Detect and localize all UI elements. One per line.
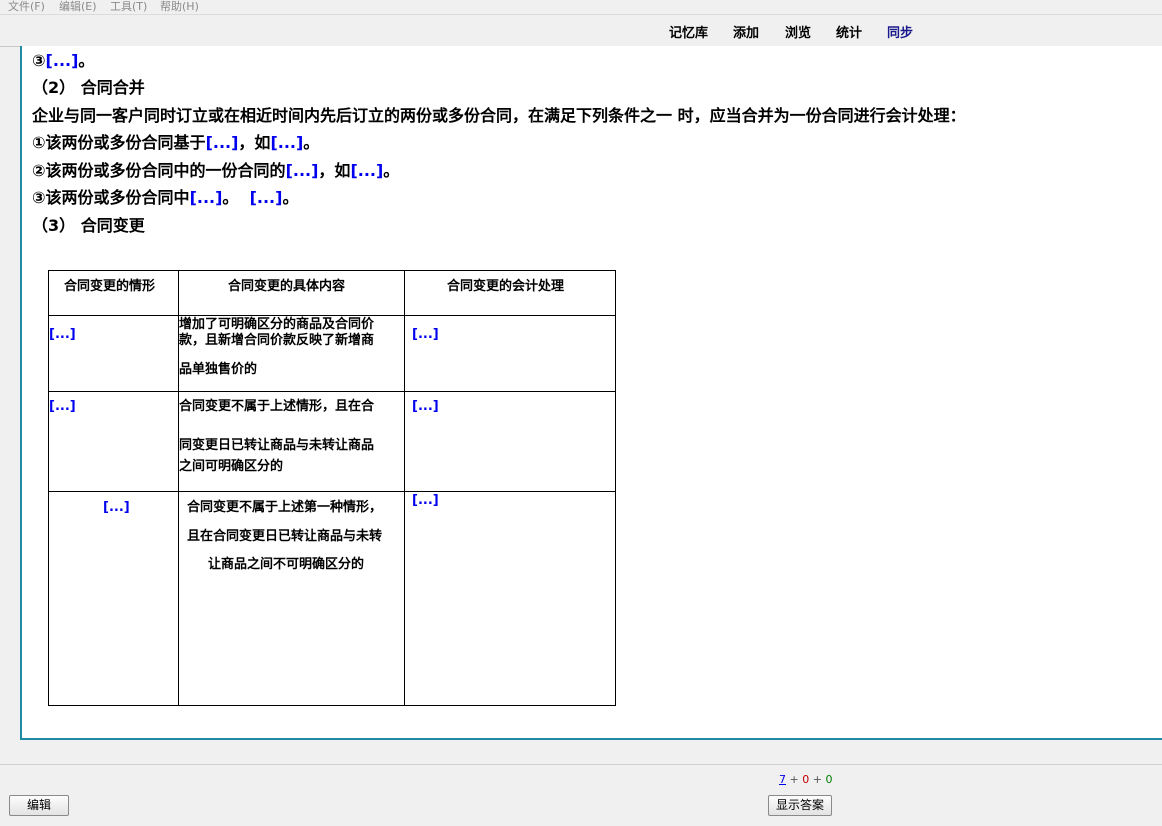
menu-help[interactable]: 帮助(H)	[160, 0, 199, 14]
cloze-blank[interactable]: [...]	[49, 398, 76, 415]
condition-2: ②该两份或多份合同中的一份合同的[...]，如[...]。	[32, 161, 399, 181]
content-line: 合同变更不属于上述情形，且在合	[179, 399, 375, 414]
table-cell-treatment: [...]	[404, 391, 616, 492]
content-line: 同变更日已转让商品与未转让商品	[179, 438, 375, 453]
punctuation: 。	[282, 188, 299, 207]
header-label: 合同变更的情形	[64, 279, 156, 294]
table-cell-treatment: [...]	[404, 491, 616, 706]
cloze-blank[interactable]: [...]	[46, 51, 79, 70]
content-line: 款，且新增合同价款反映了新增商	[179, 333, 375, 348]
condition-text: 。	[222, 188, 250, 207]
nav-browse[interactable]: 浏览	[785, 22, 811, 41]
content-line: 且在合同变更日已转让商品与未转	[187, 529, 383, 544]
condition-text: ，如	[318, 161, 351, 180]
cloze-blank[interactable]: [...]	[350, 161, 383, 180]
table-cell-treatment: [...]	[404, 315, 616, 392]
punctuation: 。	[383, 161, 400, 180]
condition-text: ①该两份或多份合同基于	[32, 133, 206, 152]
edit-button[interactable]: 编辑	[9, 795, 69, 816]
review-count: 0	[825, 773, 833, 786]
condition-text: ②该两份或多份合同中的一份合同的	[32, 161, 286, 180]
condition-text: ③该两份或多份合同中	[32, 188, 190, 207]
item-3-line: ③[...]。	[32, 51, 94, 71]
table-cell-content: 增加了可明确区分的商品及合同价 款，且新增合同价款反映了新增商 品单独售价的	[178, 315, 405, 392]
cloze-blank[interactable]: [...]	[412, 492, 439, 509]
learning-count: 0	[802, 773, 810, 786]
count-separator: +	[789, 773, 799, 786]
count-separator: +	[812, 773, 822, 786]
cloze-blank[interactable]: [...]	[286, 161, 319, 180]
content-line: 品单独售价的	[179, 362, 258, 377]
menu-edit[interactable]: 编辑(E)	[59, 0, 97, 14]
punctuation: 。	[78, 51, 95, 70]
section-heading-merge: （2） 合同合并	[32, 78, 145, 97]
header-label: 合同变更的会计处理	[447, 279, 565, 294]
cloze-blank[interactable]: [...]	[190, 188, 223, 207]
nav-decks[interactable]: 记忆库	[669, 22, 708, 41]
cloze-blank[interactable]: [...]	[206, 133, 239, 152]
menu-bar: 文件(F) 编辑(E) 工具(T) 帮助(H)	[0, 0, 1162, 14]
condition-3: ③该两份或多份合同中[...]。 [...]。	[32, 188, 298, 208]
header-label: 合同变更的具体内容	[228, 279, 346, 294]
show-answer-button[interactable]: 显示答案	[768, 795, 832, 816]
table-cell-situation: [...]	[48, 491, 179, 706]
table-cell-content: 合同变更不属于上述第一种情形， 且在合同变更日已转让商品与未转 让商品之间不可明…	[178, 491, 405, 706]
card-view: ③[...]。 （2） 合同合并 企业与同一客户同时订立或在相近时间内先后订立的…	[20, 46, 1162, 740]
menu-file[interactable]: 文件(F)	[8, 0, 45, 14]
cloze-blank[interactable]: [...]	[270, 133, 303, 152]
top-toolbar: 记忆库 添加 浏览 统计 同步	[0, 14, 1162, 47]
bottom-bar: 7 + 0 + 0 编辑 显示答案	[0, 764, 1162, 826]
table-cell-situation: [...]	[48, 391, 179, 492]
nav-sync[interactable]: 同步	[887, 22, 913, 41]
condition-1: ①该两份或多份合同基于[...]，如[...]。	[32, 133, 319, 153]
table-header-cell: 合同变更的具体内容	[178, 270, 405, 316]
cloze-blank[interactable]: [...]	[412, 326, 439, 343]
merge-paragraph: 企业与同一客户同时订立或在相近时间内先后订立的两份或多份合同，在满足下列条件之一…	[32, 106, 966, 125]
cloze-blank[interactable]: [...]	[49, 326, 76, 343]
table-cell-content: 合同变更不属于上述情形，且在合 同变更日已转让商品与未转让商品 之间可明确区分的	[178, 391, 405, 492]
punctuation: 。	[303, 133, 320, 152]
due-counts: 7 + 0 + 0	[779, 773, 832, 786]
cloze-blank[interactable]: [...]	[250, 188, 283, 207]
table-cell-situation: [...]	[48, 315, 179, 392]
content-line: 增加了可明确区分的商品及合同价	[179, 317, 375, 332]
cloze-blank[interactable]: [...]	[412, 398, 439, 415]
cloze-blank[interactable]: [...]	[103, 499, 130, 516]
new-count[interactable]: 7	[779, 773, 786, 786]
nav-stats[interactable]: 统计	[836, 22, 862, 41]
menu-tools[interactable]: 工具(T)	[110, 0, 147, 14]
item-number: ③	[32, 51, 46, 70]
content-line: 让商品之间不可明确区分的	[208, 557, 365, 572]
content-line: 之间可明确区分的	[179, 459, 284, 474]
content-line: 合同变更不属于上述第一种情形，	[187, 500, 383, 515]
condition-text: ，如	[238, 133, 271, 152]
nav-add[interactable]: 添加	[733, 22, 759, 41]
section-heading-change: （3） 合同变更	[32, 216, 145, 235]
table-header-cell: 合同变更的情形	[48, 270, 179, 316]
table-header-cell: 合同变更的会计处理	[404, 270, 616, 316]
